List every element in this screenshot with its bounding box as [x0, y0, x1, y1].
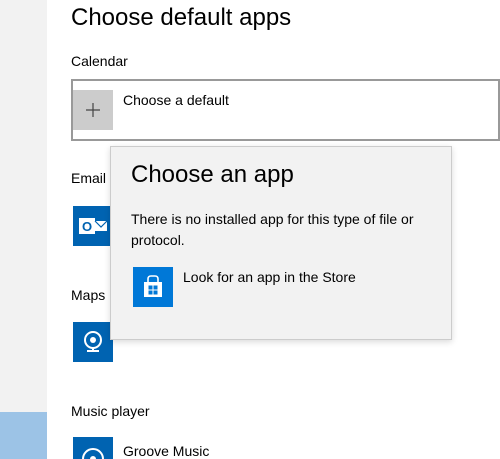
plus-icon: [73, 90, 113, 130]
maps-label: Maps: [71, 287, 106, 303]
groove-music-icon[interactable]: [73, 437, 113, 459]
store-icon[interactable]: [133, 267, 173, 307]
sidebar: [0, 0, 47, 459]
sidebar-selected-item[interactable]: [0, 412, 47, 459]
calendar-choose-default-button[interactable]: [71, 79, 500, 141]
calendar-label: Calendar: [71, 53, 128, 69]
outlook-mail-icon[interactable]: O: [73, 206, 113, 246]
flyout-title: Choose an app: [131, 161, 294, 188]
music-player-label: Music player: [71, 403, 150, 419]
page-title: Choose default apps: [71, 4, 292, 31]
choose-app-flyout: Choose an app There is no installed app …: [110, 146, 452, 340]
email-label: Email: [71, 170, 107, 186]
svg-text:O: O: [82, 219, 92, 234]
groove-music-name: Groove Music: [123, 443, 210, 459]
maps-pin-icon[interactable]: [73, 322, 113, 362]
choose-default-label: Choose a default: [123, 92, 229, 108]
flyout-message: There is no installed app for this type …: [131, 211, 414, 248]
look-for-app-in-store-link[interactable]: Look for an app in the Store: [183, 269, 356, 285]
